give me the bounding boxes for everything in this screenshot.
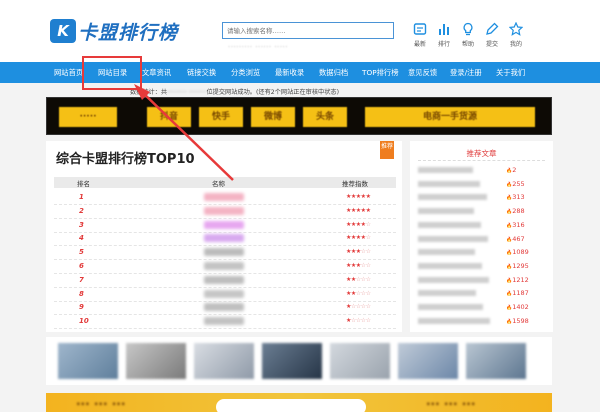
annotation-arrow bbox=[134, 84, 234, 181]
